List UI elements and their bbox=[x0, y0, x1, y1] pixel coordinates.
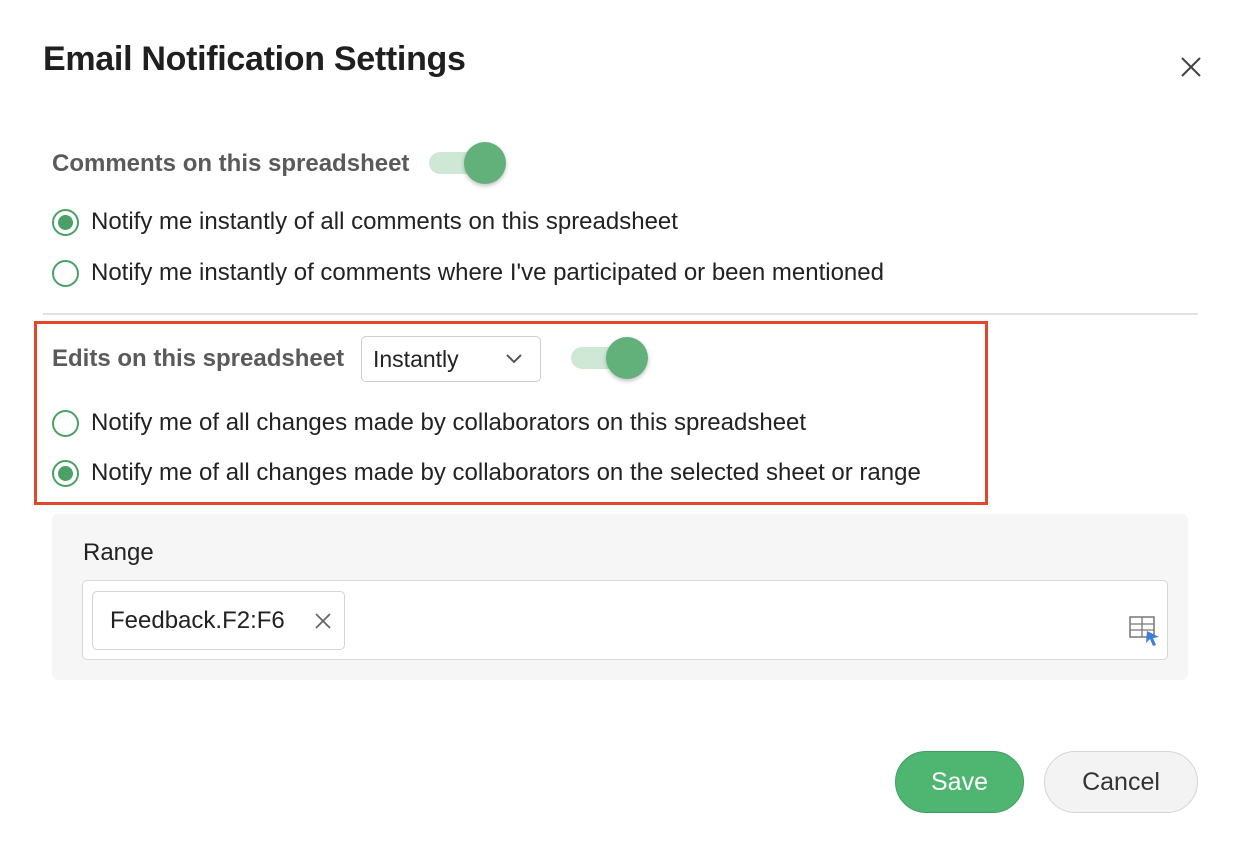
edits-option-all-changes[interactable]: Notify me of all changes made by collabo… bbox=[52, 409, 806, 437]
select-value: Instantly bbox=[373, 345, 459, 372]
radio-dot bbox=[58, 214, 73, 230]
comments-section-label: Comments on this spreadsheet bbox=[52, 150, 410, 177]
close-button[interactable] bbox=[1176, 52, 1206, 82]
range-label: Range bbox=[83, 539, 154, 566]
dialog-title: Email Notification Settings bbox=[43, 40, 466, 78]
email-notification-dialog: Email Notification Settings Comments on … bbox=[0, 0, 1242, 858]
chevron-down-icon bbox=[506, 354, 522, 364]
comments-toggle[interactable] bbox=[429, 141, 507, 185]
close-icon bbox=[1181, 57, 1201, 77]
comments-option-participated[interactable]: Notify me instantly of comments where I'… bbox=[52, 259, 884, 287]
edits-toggle[interactable] bbox=[571, 336, 649, 380]
radio-button-selected[interactable] bbox=[52, 459, 79, 487]
section-divider bbox=[43, 313, 1198, 315]
comments-option-all[interactable]: Notify me instantly of all comments on t… bbox=[52, 208, 678, 236]
radio-dot bbox=[58, 465, 73, 481]
edits-section-label: Edits on this spreadsheet bbox=[52, 345, 345, 372]
toggle-knob bbox=[464, 142, 506, 184]
radio-button-selected[interactable] bbox=[52, 208, 79, 236]
edits-frequency-select[interactable]: Instantly bbox=[361, 336, 541, 382]
radio-label: Notify me instantly of comments where I'… bbox=[91, 259, 884, 286]
range-selector-icon[interactable] bbox=[1128, 614, 1162, 648]
radio-label: Notify me of all changes made by collabo… bbox=[91, 459, 921, 486]
radio-button[interactable] bbox=[52, 259, 79, 287]
toggle-knob bbox=[606, 337, 648, 379]
cancel-button[interactable]: Cancel bbox=[1044, 751, 1198, 813]
range-chip-text: Feedback.F2:F6 bbox=[110, 606, 285, 634]
remove-chip-icon[interactable] bbox=[313, 611, 333, 631]
edits-option-selected-range[interactable]: Notify me of all changes made by collabo… bbox=[52, 459, 921, 487]
radio-label: Notify me instantly of all comments on t… bbox=[91, 208, 678, 235]
radio-label: Notify me of all changes made by collabo… bbox=[91, 409, 807, 436]
save-button[interactable]: Save bbox=[895, 751, 1024, 813]
radio-button[interactable] bbox=[52, 409, 79, 437]
range-chip: Feedback.F2:F6 bbox=[92, 591, 345, 650]
